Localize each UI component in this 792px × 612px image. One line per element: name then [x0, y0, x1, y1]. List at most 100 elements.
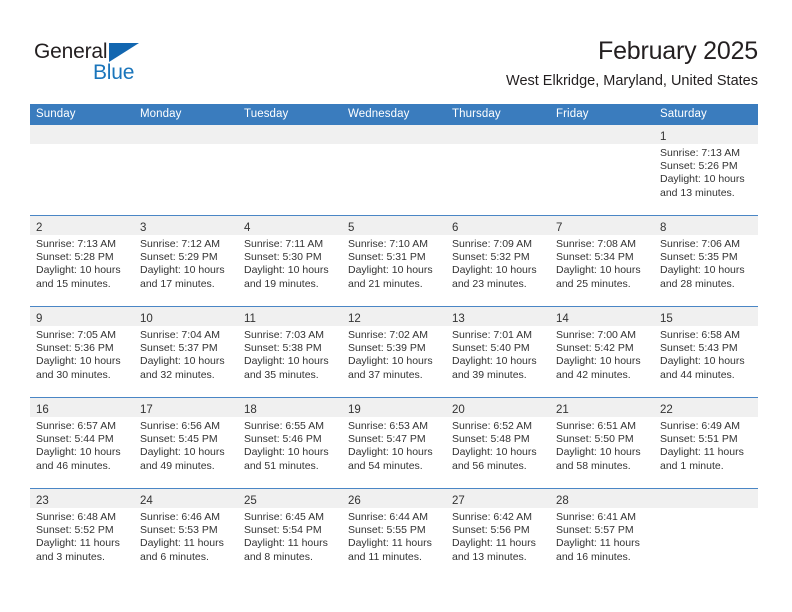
- daylight-text-line2: and 13 minutes.: [452, 550, 527, 563]
- day-sun-info: Sunrise: 6:52 AM Sunset: 5:48 PM Daylight:…: [452, 417, 544, 473]
- day-cell-4[interactable]: 4 Sunrise: 7:11 AM Sunset: 5:30 PM Daylight…: [238, 216, 342, 306]
- day-number-band: 5: [342, 216, 446, 235]
- daylight-text-line1: Daylight: 10 hours: [660, 355, 745, 368]
- day-cell-27[interactable]: 27 Sunrise: 6:42 AM Sunset: 5:56 PM Dayligh…: [446, 489, 550, 579]
- logo-triangle-icon: [109, 43, 139, 62]
- day-number: 1: [660, 131, 667, 143]
- day-sun-info: Sunrise: 6:44 AM Sunset: 5:55 PM Daylight:…: [348, 508, 440, 564]
- day-cell-7[interactable]: 7 Sunrise: 7:08 AM Sunset: 5:34 PM Daylight…: [550, 216, 654, 306]
- daylight-text-line1: Daylight: 10 hours: [556, 446, 641, 459]
- daylight-text-line2: and 35 minutes.: [244, 368, 319, 381]
- sunset-text: Sunset: 5:52 PM: [36, 524, 114, 537]
- day-number-band: 18: [238, 398, 342, 417]
- day-sun-info: Sunrise: 6:51 AM Sunset: 5:50 PM Daylight:…: [556, 417, 648, 473]
- weekday-header-tuesday: Tuesday: [238, 104, 342, 125]
- sunset-text: Sunset: 5:43 PM: [660, 342, 738, 355]
- sunrise-text: Sunrise: 7:03 AM: [244, 329, 324, 341]
- day-cell-23[interactable]: 23 Sunrise: 6:48 AM Sunset: 5:52 PM Dayligh…: [30, 489, 134, 579]
- day-cell-19[interactable]: 19 Sunrise: 6:53 AM Sunset: 5:47 PM Dayligh…: [342, 398, 446, 488]
- day-number: 8: [660, 222, 667, 234]
- day-cell-20[interactable]: 20 Sunrise: 6:52 AM Sunset: 5:48 PM Dayligh…: [446, 398, 550, 488]
- weekday-header-friday: Friday: [550, 104, 654, 125]
- day-number-band: 17: [134, 398, 238, 417]
- day-sun-info: Sunrise: 7:03 AM Sunset: 5:38 PM Daylight:…: [244, 326, 336, 382]
- sunset-text: Sunset: 5:55 PM: [348, 524, 426, 537]
- day-cell-26[interactable]: 26 Sunrise: 6:44 AM Sunset: 5:55 PM Dayligh…: [342, 489, 446, 579]
- day-number-band: 19: [342, 398, 446, 417]
- day-cell-5[interactable]: 5 Sunrise: 7:10 AM Sunset: 5:31 PM Daylight…: [342, 216, 446, 306]
- calendar-page: General Blue February 2025 West Elkridge…: [0, 0, 792, 612]
- day-sun-info: [660, 508, 752, 511]
- day-cell-16[interactable]: 16 Sunrise: 6:57 AM Sunset: 5:44 PM Dayligh…: [30, 398, 134, 488]
- day-number: 22: [660, 404, 673, 416]
- day-cell-10[interactable]: 10 Sunrise: 7:04 AM Sunset: 5:37 PM Dayligh…: [134, 307, 238, 397]
- sunset-text: Sunset: 5:56 PM: [452, 524, 530, 537]
- day-number-band: 9: [30, 307, 134, 326]
- day-sun-info: Sunrise: 7:09 AM Sunset: 5:32 PM Daylight:…: [452, 235, 544, 291]
- daylight-text-line2: and 51 minutes.: [244, 459, 319, 472]
- day-cell-13[interactable]: 13 Sunrise: 7:01 AM Sunset: 5:40 PM Dayligh…: [446, 307, 550, 397]
- day-number-band: [654, 489, 758, 508]
- daylight-text-line1: Daylight: 11 hours: [348, 537, 432, 550]
- day-number-band: 6: [446, 216, 550, 235]
- daylight-text-line1: Daylight: 11 hours: [36, 537, 120, 550]
- day-cell-14[interactable]: 14 Sunrise: 7:00 AM Sunset: 5:42 PM Dayligh…: [550, 307, 654, 397]
- weekday-header-monday: Monday: [134, 104, 238, 125]
- sunrise-text: Sunrise: 7:01 AM: [452, 329, 532, 341]
- day-cell-21[interactable]: 21 Sunrise: 6:51 AM Sunset: 5:50 PM Dayligh…: [550, 398, 654, 488]
- day-sun-info: Sunrise: 7:04 AM Sunset: 5:37 PM Daylight:…: [140, 326, 232, 382]
- day-sun-info: Sunrise: 6:41 AM Sunset: 5:57 PM Daylight:…: [556, 508, 648, 564]
- day-cell-25[interactable]: 25 Sunrise: 6:45 AM Sunset: 5:54 PM Dayligh…: [238, 489, 342, 579]
- day-cell-18[interactable]: 18 Sunrise: 6:55 AM Sunset: 5:46 PM Dayligh…: [238, 398, 342, 488]
- day-cell-15[interactable]: 15 Sunrise: 6:58 AM Sunset: 5:43 PM Dayligh…: [654, 307, 758, 397]
- sunset-text: Sunset: 5:29 PM: [140, 251, 218, 264]
- day-cell-24[interactable]: 24 Sunrise: 6:46 AM Sunset: 5:53 PM Dayligh…: [134, 489, 238, 579]
- day-sun-info: [244, 144, 336, 147]
- sunset-text: Sunset: 5:40 PM: [452, 342, 530, 355]
- day-sun-info: Sunrise: 7:02 AM Sunset: 5:39 PM Daylight:…: [348, 326, 440, 382]
- sunrise-text: Sunrise: 6:52 AM: [452, 420, 532, 432]
- sunrise-text: Sunrise: 7:08 AM: [556, 238, 636, 250]
- sunrise-text: Sunrise: 6:58 AM: [660, 329, 740, 341]
- day-cell-2[interactable]: 2 Sunrise: 7:13 AM Sunset: 5:28 PM Daylight…: [30, 216, 134, 306]
- day-sun-info: Sunrise: 7:06 AM Sunset: 5:35 PM Daylight:…: [660, 235, 752, 291]
- day-cell-22[interactable]: 22 Sunrise: 6:49 AM Sunset: 5:51 PM Dayligh…: [654, 398, 758, 488]
- sunrise-text: Sunrise: 7:04 AM: [140, 329, 220, 341]
- day-number: 9: [36, 313, 43, 325]
- day-cell-6[interactable]: 6 Sunrise: 7:09 AM Sunset: 5:32 PM Daylight…: [446, 216, 550, 306]
- day-number: 23: [36, 495, 49, 507]
- day-number-band: [446, 125, 550, 144]
- sunrise-text: Sunrise: 6:56 AM: [140, 420, 220, 432]
- day-cell-12[interactable]: 12 Sunrise: 7:02 AM Sunset: 5:39 PM Dayligh…: [342, 307, 446, 397]
- day-number: 26: [348, 495, 361, 507]
- day-number-band: 28: [550, 489, 654, 508]
- day-number-band: [342, 125, 446, 144]
- sunset-text: Sunset: 5:35 PM: [660, 251, 738, 264]
- daylight-text-line1: Daylight: 10 hours: [140, 446, 225, 459]
- daylight-text-line1: Daylight: 10 hours: [348, 264, 433, 277]
- day-sun-info: Sunrise: 7:13 AM Sunset: 5:28 PM Daylight:…: [36, 235, 128, 291]
- daylight-text-line1: Daylight: 11 hours: [244, 537, 328, 550]
- day-sun-info: [556, 144, 648, 147]
- day-number-band: 27: [446, 489, 550, 508]
- daylight-text-line2: and 1 minute.: [660, 459, 724, 472]
- day-sun-info: Sunrise: 6:56 AM Sunset: 5:45 PM Daylight:…: [140, 417, 232, 473]
- day-cell-8[interactable]: 8 Sunrise: 7:06 AM Sunset: 5:35 PM Daylight…: [654, 216, 758, 306]
- day-sun-info: Sunrise: 6:57 AM Sunset: 5:44 PM Daylight:…: [36, 417, 128, 473]
- day-number: 27: [452, 495, 465, 507]
- sunrise-text: Sunrise: 6:49 AM: [660, 420, 740, 432]
- day-cell-17[interactable]: 17 Sunrise: 6:56 AM Sunset: 5:45 PM Dayligh…: [134, 398, 238, 488]
- day-cell-11[interactable]: 11 Sunrise: 7:03 AM Sunset: 5:38 PM Dayligh…: [238, 307, 342, 397]
- day-cell-9[interactable]: 9 Sunrise: 7:05 AM Sunset: 5:36 PM Daylight…: [30, 307, 134, 397]
- daylight-text-line1: Daylight: 10 hours: [660, 173, 745, 186]
- day-cell-3[interactable]: 3 Sunrise: 7:12 AM Sunset: 5:29 PM Daylight…: [134, 216, 238, 306]
- day-cell-1[interactable]: 1 Sunrise: 7:13 AM Sunset: 5:26 PM Daylight…: [654, 125, 758, 215]
- sunrise-text: Sunrise: 6:44 AM: [348, 511, 428, 523]
- calendar-week-row: 23 Sunrise: 6:48 AM Sunset: 5:52 PM Dayligh…: [30, 488, 758, 579]
- day-number: 25: [244, 495, 257, 507]
- daylight-text-line1: Daylight: 10 hours: [556, 264, 641, 277]
- weekday-header-wednesday: Wednesday: [342, 104, 446, 125]
- day-sun-info: Sunrise: 6:55 AM Sunset: 5:46 PM Daylight:…: [244, 417, 336, 473]
- day-cell-28[interactable]: 28 Sunrise: 6:41 AM Sunset: 5:57 PM Dayligh…: [550, 489, 654, 579]
- day-number-band: 26: [342, 489, 446, 508]
